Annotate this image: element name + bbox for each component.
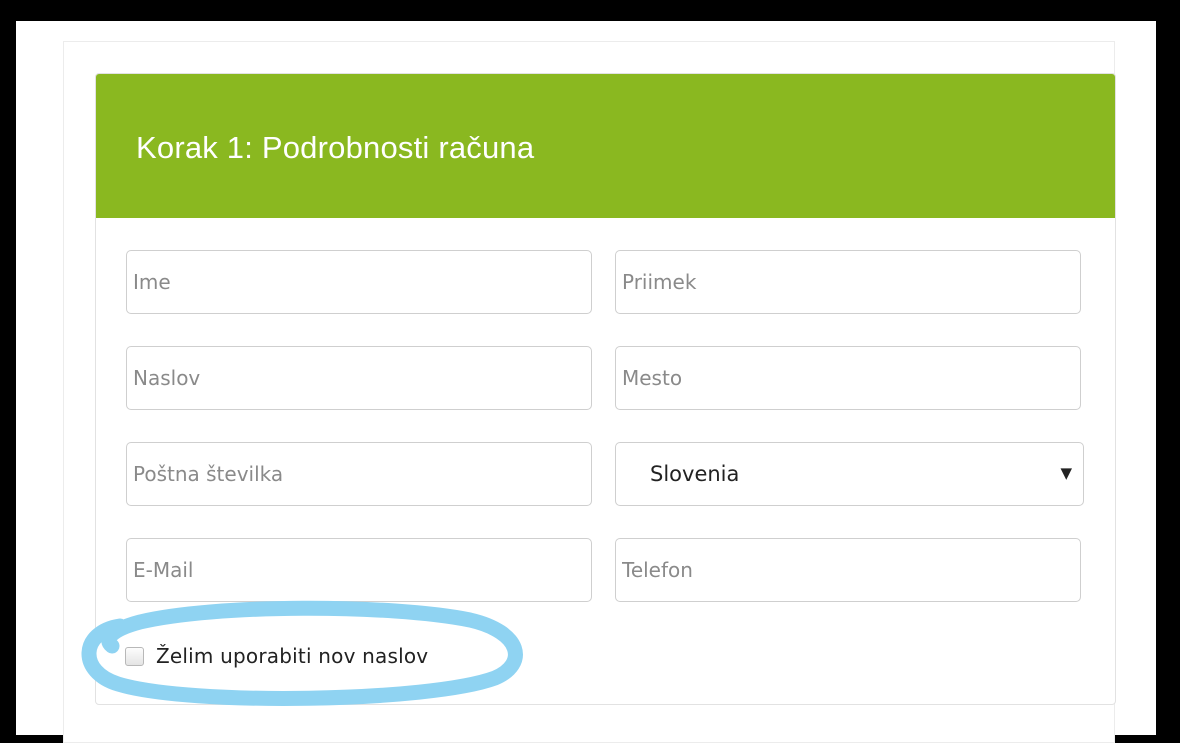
email-input[interactable]	[126, 538, 592, 602]
screenshot-frame: Korak 1: Podrobnosti računa Slovenia ▼ Ž…	[16, 21, 1156, 743]
triangle-down-icon: ▼	[1060, 464, 1072, 482]
account-details-card: Korak 1: Podrobnosti računa Slovenia ▼ Ž…	[95, 73, 1116, 705]
new-address-checkbox-label[interactable]: Želim uporabiti nov naslov	[156, 644, 428, 668]
country-select-value: Slovenia	[650, 462, 740, 486]
address-input[interactable]	[126, 346, 592, 410]
card-header: Korak 1: Podrobnosti računa	[96, 74, 1115, 218]
phone-input[interactable]	[615, 538, 1081, 602]
first-name-input[interactable]	[126, 250, 592, 314]
new-address-option[interactable]: Želim uporabiti nov naslov	[125, 642, 428, 670]
last-name-input[interactable]	[615, 250, 1081, 314]
postal-code-input[interactable]	[126, 442, 592, 506]
country-select[interactable]: Slovenia ▼	[615, 442, 1084, 506]
city-input[interactable]	[615, 346, 1081, 410]
new-address-checkbox[interactable]	[125, 646, 144, 666]
card-title: Korak 1: Podrobnosti računa	[136, 130, 535, 165]
